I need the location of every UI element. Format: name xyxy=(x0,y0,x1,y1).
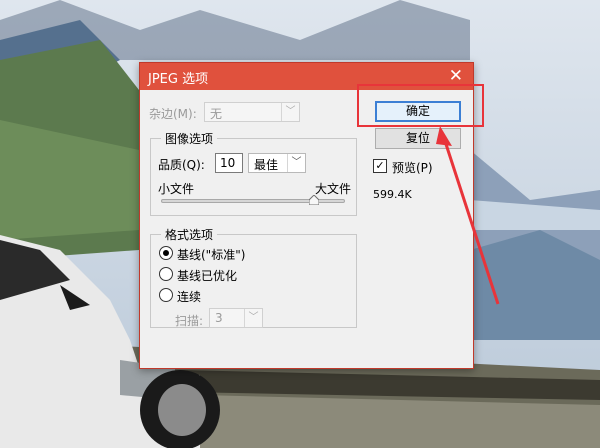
dialog-title: JPEG 选项 xyxy=(148,72,209,87)
close-icon[interactable]: ✕ xyxy=(449,66,463,86)
quality-input[interactable]: 10 xyxy=(215,153,243,173)
small-file-label: 小文件 xyxy=(158,182,195,196)
quality-slider-thumb[interactable] xyxy=(308,195,319,205)
quality-value: 10 xyxy=(220,156,236,170)
preview-label: 预览(P) xyxy=(392,161,433,175)
baseline-standard-label: 基线("标准") xyxy=(177,248,246,262)
matte-select[interactable]: 无 ﹀ xyxy=(204,102,300,122)
large-file-label: 大文件 xyxy=(315,182,352,196)
scans-value: 3 xyxy=(215,311,223,325)
progressive-label: 连续 xyxy=(177,290,202,304)
annotation-highlight-box xyxy=(357,84,484,127)
chevron-down-icon: ﹀ xyxy=(287,154,305,172)
format-options-label: 格式选项 xyxy=(161,226,218,243)
scans-select[interactable]: 3 ﹀ xyxy=(209,308,263,328)
radio-baseline-standard[interactable] xyxy=(159,246,173,260)
baseline-optimized-label: 基线已优化 xyxy=(177,269,238,283)
quality-preset-select[interactable]: 最佳 ﹀ xyxy=(248,153,306,173)
preview-checkbox[interactable]: ✓ xyxy=(373,159,387,173)
reset-button[interactable]: 复位 xyxy=(375,128,461,149)
format-options-group: 格式选项 基线("标准") 基线已优化 连续 扫描: 3 ﹀ xyxy=(150,226,357,328)
chevron-down-icon: ﹀ xyxy=(281,103,299,121)
file-size: 599.4K xyxy=(373,188,412,201)
chevron-down-icon: ﹀ xyxy=(244,309,262,327)
image-options-label: 图像选项 xyxy=(161,130,218,147)
radio-baseline-optimized[interactable] xyxy=(159,267,173,281)
quality-label: 品质(Q): xyxy=(158,158,205,172)
image-options-group: 图像选项 品质(Q): 10 最佳 ﹀ 小文件 大文件 xyxy=(150,130,357,216)
scans-label: 扫描: xyxy=(175,314,204,328)
matte-label: 杂边(M): xyxy=(149,107,197,121)
quality-preset-value: 最佳 xyxy=(254,158,279,172)
radio-progressive[interactable] xyxy=(159,288,173,302)
matte-value: 无 xyxy=(210,107,223,121)
